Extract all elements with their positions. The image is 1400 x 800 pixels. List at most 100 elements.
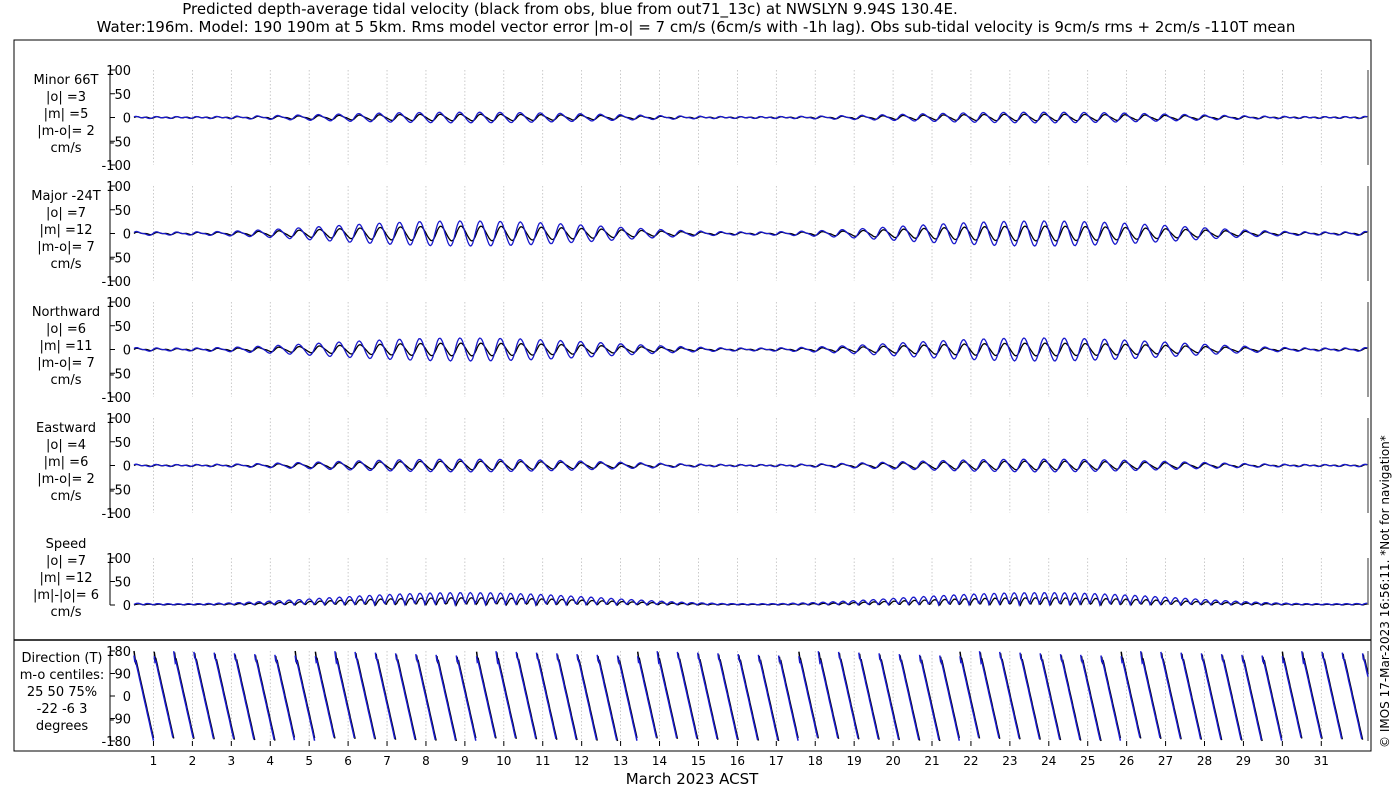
y-tick-label: 100: [106, 552, 131, 567]
x-tick-label: 20: [885, 754, 900, 768]
series-line-model: [1160, 651, 1182, 739]
series-line-model: [616, 655, 638, 741]
series-line-model: [1100, 655, 1122, 741]
panel-label-line: |m| =11: [40, 339, 93, 354]
x-tick-label: 7: [383, 754, 391, 768]
series-line-model: [1079, 654, 1101, 741]
x-tick-label: 26: [1119, 754, 1134, 768]
y-tick-label: 180: [106, 645, 131, 660]
series-line-model: [455, 655, 477, 741]
series-line-model: [1139, 651, 1161, 739]
series-line-model: [435, 654, 457, 741]
x-tick-label: 2: [189, 754, 197, 768]
series-line-model: [798, 656, 819, 738]
series-line-model: [415, 653, 437, 740]
panel-label-line: |m-o|= 2: [37, 124, 95, 139]
series-line-model: [1301, 651, 1323, 739]
x-tick-label: 14: [652, 754, 667, 768]
series-line-model: [394, 653, 416, 740]
y-tick-label: 100: [106, 296, 131, 311]
x-tick-label: 17: [769, 754, 784, 768]
series-line-model: [898, 653, 920, 740]
panel-label-line: -22 -6 3: [37, 702, 88, 717]
series-line-model: [837, 651, 859, 739]
panel-label-line: |m-o|= 7: [37, 240, 95, 255]
y-tick-label: 50: [114, 576, 131, 591]
copyright-note: © IMOS 17-Mar-2023 16:56:11. *Not for na…: [1378, 435, 1392, 748]
panel-label-line: |m|-|o|= 6: [33, 588, 99, 603]
x-tick-label: 9: [461, 754, 469, 768]
x-tick-label: 4: [266, 754, 274, 768]
series-line-model: [1200, 653, 1222, 740]
series-line-model: [1120, 656, 1141, 738]
series-line-model: [717, 653, 739, 740]
panel-label-line: Speed: [46, 537, 87, 552]
x-tick-label: 27: [1158, 754, 1173, 768]
panel-label-line: |o| =6: [46, 322, 86, 337]
x-tick-label: 8: [422, 754, 430, 768]
panel-label-line: Northward: [32, 305, 100, 320]
panel-label-line: |m| =12: [40, 223, 93, 238]
series-line-model: [1059, 653, 1081, 740]
chart-canvas: 100500-50-100Minor 66T|o| =3|m| =5|m-o|=…: [13, 39, 1392, 788]
series-line-model: [777, 655, 799, 741]
series-line-model: [475, 656, 496, 738]
y-tick-label: 0: [123, 228, 131, 243]
series-line-model: [495, 651, 517, 739]
y-tick-label: -100: [101, 391, 131, 406]
series-line-model: [1261, 655, 1283, 741]
series-line-model: [294, 655, 316, 741]
panel-label-line: |m-o|= 2: [37, 472, 95, 487]
panel-label-line: |m| =12: [40, 571, 93, 586]
series-line-model: [133, 591, 1368, 608]
y-tick-label: -100: [101, 507, 131, 522]
series-line-model: [878, 653, 900, 740]
series-line-model: [1241, 654, 1263, 741]
series-line-model: [1180, 652, 1202, 740]
panel-label-line: cm/s: [51, 373, 82, 388]
x-axis-label: March 2023 ACST: [626, 770, 759, 788]
panel-label-line: cm/s: [51, 605, 82, 620]
x-tick-label: 16: [730, 754, 745, 768]
series-line-model: [676, 651, 698, 739]
y-tick-label: 0: [123, 112, 131, 127]
series-line-model: [556, 653, 577, 740]
panel-label-line: degrees: [36, 719, 89, 734]
y-tick-label: -100: [101, 275, 131, 290]
series-line-model: [978, 651, 1000, 739]
series-line-model: [1220, 653, 1242, 740]
x-tick-label: 23: [1002, 754, 1017, 768]
x-tick-label: 11: [535, 754, 550, 768]
series-line-model: [1361, 653, 1369, 677]
series-line-model: [535, 652, 557, 740]
x-tick-label: 25: [1080, 754, 1095, 768]
panel-label-line: 25 50 75%: [27, 685, 97, 700]
x-tick-label: 19: [847, 754, 862, 768]
outer-frame: [13, 39, 1372, 752]
x-tick-label: 28: [1197, 754, 1212, 768]
x-tick-label: 18: [808, 754, 823, 768]
y-tick-label: 90: [114, 668, 131, 683]
panel-label-line: cm/s: [51, 489, 82, 504]
series-line-model: [1039, 653, 1061, 740]
series-line-model: [656, 651, 678, 739]
series-line-model: [133, 655, 155, 741]
panels-group: 100500-50-100Minor 66T|o| =3|m| =5|m-o|=…: [20, 64, 1369, 768]
x-tick-label: 1: [150, 754, 158, 768]
x-tick-label: 3: [227, 754, 235, 768]
series-line-model: [213, 652, 235, 740]
panel-label-line: Direction (T): [22, 651, 103, 666]
series-line-model: [636, 656, 658, 738]
y-tick-label: 100: [106, 412, 131, 427]
series-line-model: [998, 651, 1020, 739]
series-line-model: [1321, 651, 1343, 739]
y-tick-label: -50: [110, 251, 131, 266]
y-tick-label: 0: [123, 344, 131, 359]
panel-label-line: Minor 66T: [34, 73, 99, 88]
y-tick-label: 100: [106, 64, 131, 79]
x-tick-label: 6: [344, 754, 352, 768]
y-tick-label: -100: [101, 159, 131, 174]
y-tick-label: 0: [123, 690, 131, 705]
x-tick-label: 5: [305, 754, 313, 768]
panel-label-line: Eastward: [36, 421, 96, 436]
